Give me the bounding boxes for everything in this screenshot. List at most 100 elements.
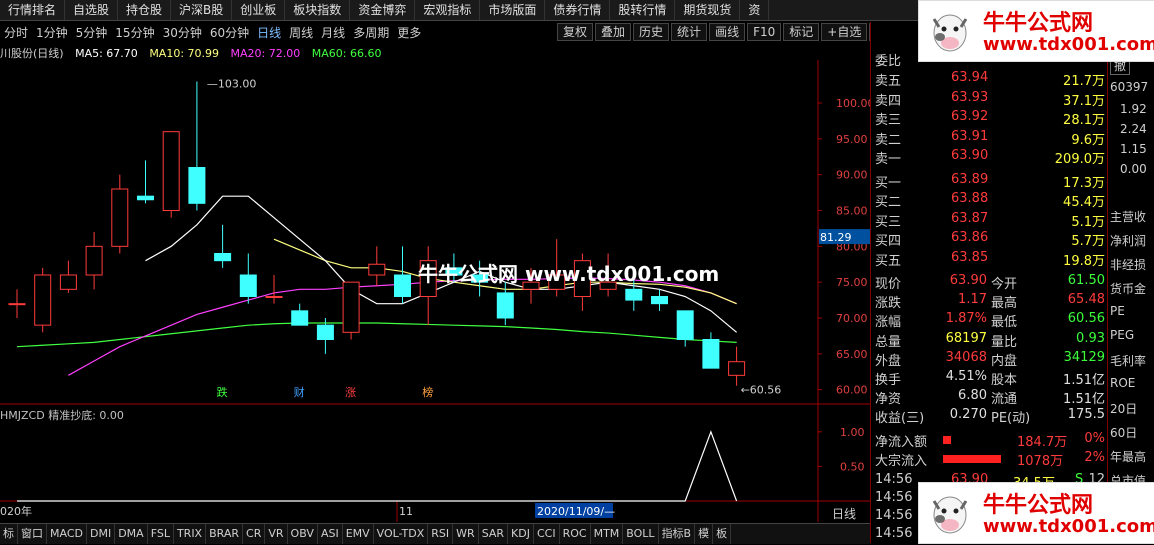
candle-body[interactable] (394, 274, 411, 297)
sell-row[interactable]: 卖三 63.92 28.1万 (871, 109, 1107, 128)
sell-row[interactable]: 卖二 63.91 9.6万 (871, 129, 1107, 148)
indicator-tab[interactable]: FSL (148, 524, 174, 544)
toolbar-button[interactable]: F10 (747, 23, 782, 41)
candle-body[interactable] (496, 292, 514, 319)
candle-body[interactable] (676, 310, 694, 340)
menu-item[interactable]: 市场版面 (480, 0, 546, 20)
buy-row[interactable]: 买五 63.85 19.8万 (871, 250, 1107, 269)
period-tab[interactable]: 多周期 (349, 24, 393, 41)
candlestick-chart[interactable]: 60.0065.0070.0075.0080.0085.0090.0095.00… (0, 60, 870, 522)
finance-item[interactable]: 非经损 (1110, 256, 1146, 273)
candle-body[interactable] (265, 296, 283, 298)
finance-item[interactable]: PEG (1110, 328, 1134, 342)
candle-body[interactable] (34, 274, 52, 326)
toolbar-button[interactable]: 标记 (783, 23, 820, 41)
candle-body[interactable] (85, 245, 103, 276)
candle-body[interactable] (368, 263, 386, 276)
candle-body[interactable] (625, 288, 643, 301)
indicator-tab[interactable]: WR (453, 524, 479, 544)
finance-item[interactable]: 主营收 (1110, 208, 1146, 225)
indicator-tab[interactable]: 标 (0, 524, 18, 544)
indicator-tab[interactable]: DMI (87, 524, 116, 544)
menu-item[interactable]: 沪深B股 (171, 0, 233, 20)
candle-body[interactable] (8, 303, 26, 306)
menu-item[interactable]: 自选股 (65, 0, 119, 20)
toolbar-button[interactable]: 历史 (633, 23, 670, 41)
buy-row[interactable]: 买二 63.88 45.4万 (871, 191, 1107, 210)
sell-row[interactable]: 卖一 63.90 209.0万 (871, 148, 1107, 167)
candle-body[interactable] (342, 281, 360, 333)
menu-item[interactable]: 宏观指标 (415, 0, 481, 20)
indicator-tab[interactable]: OBV (288, 524, 318, 544)
period-tab[interactable]: 月线 (317, 24, 349, 41)
buy-row[interactable]: 买一 63.89 17.3万 (871, 172, 1107, 191)
candle-body[interactable] (59, 274, 77, 290)
period-tab[interactable]: 5分钟 (72, 24, 112, 41)
indicator-tab[interactable]: BOLL (623, 524, 659, 544)
indicator-tab[interactable]: KDJ (508, 524, 534, 544)
toolbar-button[interactable]: 复权 (557, 23, 594, 41)
indicator-tab[interactable]: RSI (428, 524, 454, 544)
candle-body[interactable] (214, 253, 232, 262)
indicator-tab[interactable]: CR (243, 524, 266, 544)
indicator-tab[interactable]: MACD (47, 524, 87, 544)
indicator-tab[interactable]: MTM (591, 524, 624, 544)
finance-item[interactable]: 货币金 (1110, 280, 1146, 297)
sell-row[interactable]: 卖四 63.93 37.1万 (871, 90, 1107, 109)
period-tab[interactable]: 周线 (285, 24, 317, 41)
indicator-tab[interactable]: 窗口 (18, 524, 47, 544)
indicator-tab[interactable]: VR (265, 524, 288, 544)
candle-body[interactable] (111, 188, 129, 247)
finance-item[interactable]: ROE (1110, 376, 1135, 390)
candle-body[interactable] (188, 167, 206, 204)
toolbar-button[interactable]: 统计 (671, 23, 708, 41)
candle-body[interactable] (316, 324, 334, 340)
indicator-tab[interactable]: DMA (115, 524, 148, 544)
finance-item[interactable]: 毛利率 (1110, 352, 1146, 369)
finance-item[interactable]: 年最高 (1110, 448, 1146, 465)
menu-item[interactable]: 资金博弈 (350, 0, 416, 20)
menu-item[interactable]: 创业板 (232, 0, 286, 20)
toolbar-button[interactable]: +自选 (821, 23, 868, 41)
buy-row[interactable]: 买四 63.86 5.7万 (871, 230, 1107, 249)
period-tab[interactable]: 60分钟 (206, 24, 253, 41)
indicator-tab[interactable]: BRAR (206, 524, 244, 544)
menu-item[interactable]: 板块指数 (285, 0, 351, 20)
menu-item[interactable]: 期货现货 (675, 0, 741, 20)
indicator-tab[interactable]: CCI (534, 524, 560, 544)
indicator-tab[interactable]: 模 (695, 524, 714, 544)
period-tab[interactable]: 15分钟 (111, 24, 158, 41)
indicator-tab[interactable]: SAR (479, 524, 509, 544)
menu-item[interactable]: 股转行情 (610, 0, 676, 20)
finance-item[interactable]: 60日 (1110, 424, 1137, 441)
finance-item[interactable]: 20日 (1110, 400, 1137, 417)
menu-item[interactable]: 债券行情 (545, 0, 611, 20)
event-marker[interactable]: 涨 (345, 386, 356, 399)
menu-item[interactable]: 持仓股 (118, 0, 172, 20)
period-tab[interactable]: 更多 (393, 24, 425, 41)
toolbar-button[interactable]: 叠加 (595, 23, 632, 41)
finance-item[interactable]: PE (1110, 304, 1125, 318)
candle-body[interactable] (137, 195, 154, 201)
finance-item[interactable]: 净利润 (1110, 232, 1146, 249)
period-tab[interactable]: 1分钟 (32, 24, 72, 41)
event-marker[interactable]: 跌 (217, 385, 228, 399)
candle-body[interactable] (239, 274, 257, 297)
indicator-tab[interactable]: ROC (560, 524, 591, 544)
buy-row[interactable]: 买三 63.87 5.1万 (871, 211, 1107, 230)
indicator-tab[interactable]: TRIX (174, 524, 207, 544)
indicator-tab[interactable]: ASI (318, 524, 343, 544)
period-tab[interactable]: 日线 (253, 24, 285, 41)
period-tab[interactable]: 30分钟 (159, 24, 206, 41)
candle-body[interactable] (162, 131, 180, 211)
candle-body[interactable] (702, 339, 720, 369)
menu-item[interactable]: 行情排名 (0, 0, 66, 20)
event-marker[interactable]: 榜 (422, 385, 433, 399)
event-marker[interactable]: 财 (294, 385, 305, 399)
indicator-tab[interactable]: 板 (713, 524, 732, 544)
toolbar-button[interactable]: 画线 (709, 23, 746, 41)
menu-item[interactable]: 资 (740, 0, 770, 20)
indicator-tab[interactable]: 指标B (659, 524, 696, 544)
sell-row[interactable]: 卖五 63.94 21.7万 (871, 70, 1107, 89)
candle-body[interactable] (291, 310, 309, 326)
